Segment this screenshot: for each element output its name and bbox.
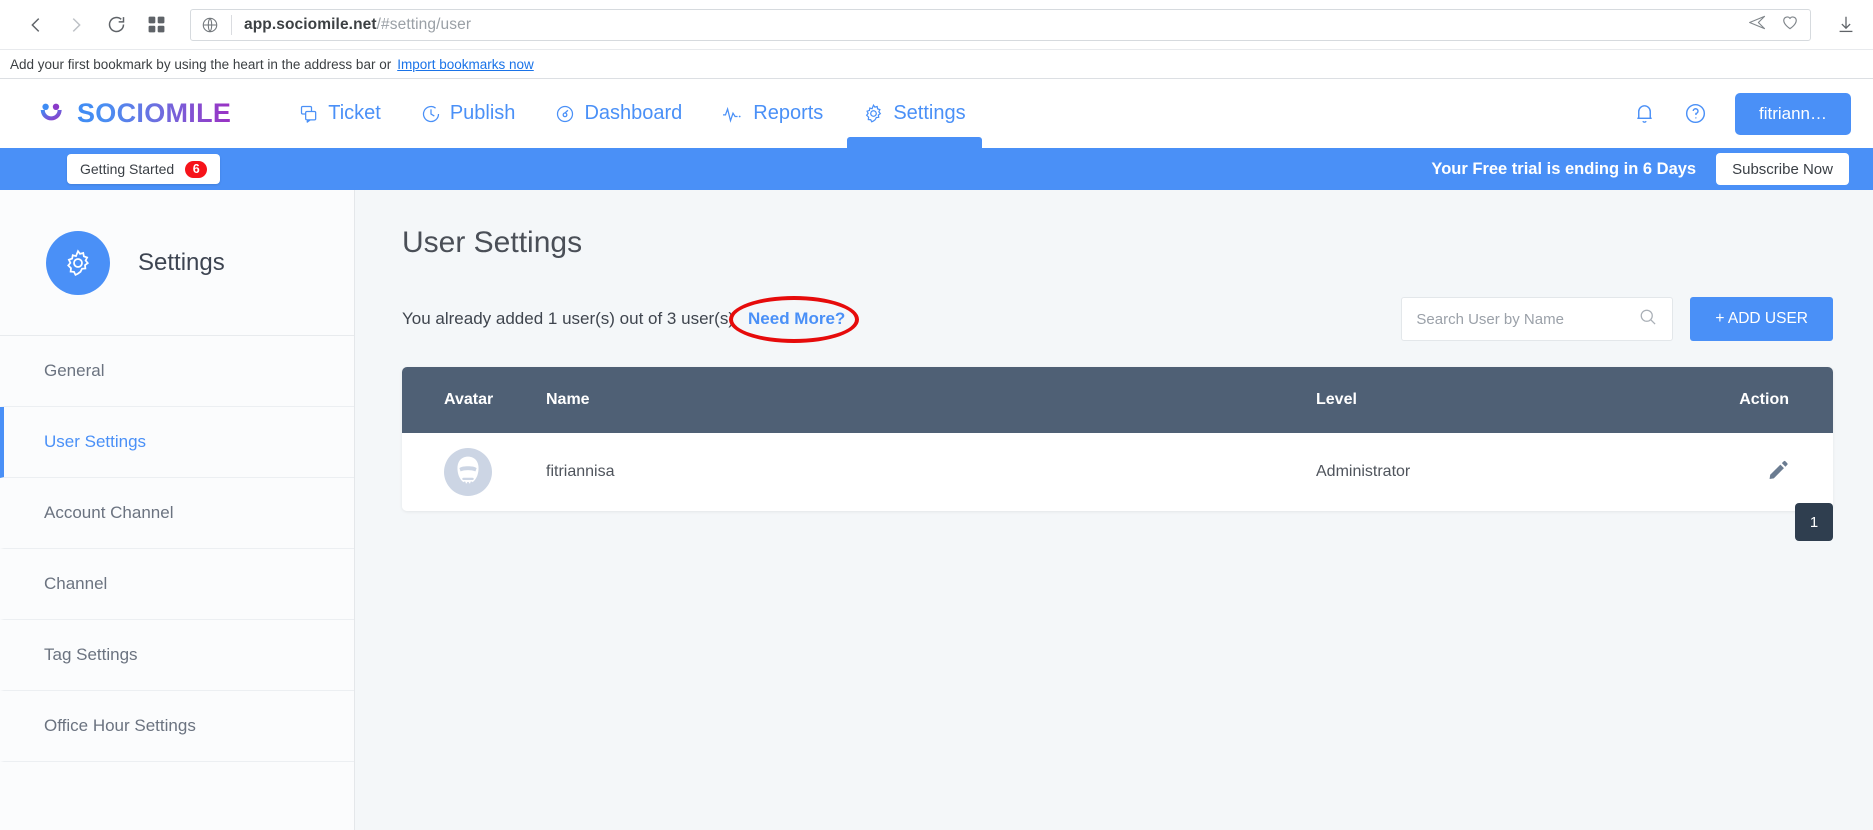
nav-label-publish: Publish (449, 102, 516, 124)
quota-and-actions-row: You already added 1 user(s) out of 3 use… (402, 296, 1833, 343)
main-content: User Settings You already added 1 user(s… (355, 190, 1873, 830)
forward-button[interactable] (56, 5, 96, 45)
sidebar-label-tag-settings: Tag Settings (44, 645, 138, 664)
bell-icon (1637, 105, 1652, 123)
sidebar-gear-badge (46, 230, 110, 295)
sidebar-label-channel: Channel (44, 574, 108, 593)
getting-started-label: Getting Started (80, 161, 175, 177)
user-account-button[interactable]: fitriann… (1735, 92, 1851, 135)
page-title: User Settings (402, 226, 583, 259)
nav-item-settings[interactable]: Settings (847, 79, 982, 159)
avatar (444, 448, 492, 496)
sidebar-item-general[interactable]: General (0, 336, 354, 407)
logo-text: SOCIOMILE (77, 98, 232, 128)
user-name-cell: fitriannisa (546, 463, 615, 480)
app-header: SOCIOMILE Ticket Publish Dashboard Repor… (0, 79, 1873, 159)
gear-icon (67, 248, 90, 276)
column-header-avatar: Avatar (444, 391, 494, 408)
search-user-box[interactable] (1401, 297, 1674, 341)
stormtrooper-avatar-icon (445, 449, 491, 495)
help-circle-icon (1685, 103, 1706, 124)
pagination: 1 (1795, 503, 1833, 541)
reload-icon (108, 16, 124, 33)
user-action-cell (1683, 459, 1833, 486)
download-icon (1839, 16, 1853, 32)
main-navigation: Ticket Publish Dashboard Reports Setting… (299, 79, 982, 159)
pulse-icon (723, 106, 741, 123)
search-icon[interactable] (1638, 307, 1658, 332)
add-user-button[interactable]: + ADD USER (1690, 297, 1833, 341)
sidebar-item-office-hour-settings[interactable]: Office Hour Settings (0, 691, 354, 762)
column-header-action: Action (1739, 391, 1789, 408)
gauge-icon (557, 105, 574, 122)
browser-toolbar: app.sociomile.net/#setting/user (0, 0, 1873, 50)
url-text: app.sociomile.net/#setting/user (244, 16, 1747, 34)
bookmark-message: Add your first bookmark by using the hea… (10, 56, 392, 72)
notifications-button[interactable] (1633, 102, 1656, 125)
nav-label-ticket: Ticket (328, 102, 381, 124)
sidebar-title: Settings (138, 248, 225, 276)
settings-sidebar: Settings General User Settings Account C… (0, 190, 355, 830)
chevron-right-icon (72, 17, 81, 32)
chevron-left-icon (31, 17, 40, 32)
apps-button[interactable] (136, 5, 176, 45)
nav-label-reports: Reports (753, 102, 824, 124)
sidebar-item-channel[interactable]: Channel (0, 549, 354, 620)
nav-label-settings: Settings (893, 102, 966, 124)
bookmark-bar: Add your first bookmark by using the hea… (0, 50, 1873, 79)
edit-user-button[interactable] (1767, 459, 1789, 481)
user-quota-text: You already added 1 user(s) out of 3 use… (402, 309, 735, 328)
column-header-name: Name (546, 391, 590, 408)
grid-apps-icon (148, 16, 164, 33)
user-avatar-cell (402, 448, 546, 496)
ticket-chat-icon (301, 105, 317, 123)
pencil-edit-icon (1769, 460, 1788, 479)
address-divider (231, 14, 232, 35)
back-button[interactable] (16, 5, 56, 45)
page-number-1[interactable]: 1 (1795, 503, 1833, 541)
address-bar[interactable]: app.sociomile.net/#setting/user (190, 8, 1811, 41)
search-input[interactable] (1416, 310, 1639, 328)
sidebar-label-user-settings: User Settings (44, 432, 147, 451)
url-path: /#setting/user (376, 15, 472, 33)
gear-icon (866, 103, 882, 123)
sidebar-label-general: General (44, 361, 105, 380)
sidebar-label-office-hour-settings: Office Hour Settings (44, 716, 196, 735)
need-more-label: Need More? (748, 309, 846, 328)
sidebar-item-user-settings[interactable]: User Settings (0, 407, 354, 478)
table-header-row: Avatar Name Level Action (402, 367, 1833, 433)
import-bookmarks-link[interactable]: Import bookmarks now (397, 57, 534, 72)
nav-item-ticket[interactable]: Ticket (299, 79, 381, 148)
download-button[interactable] (1829, 14, 1857, 36)
subscribe-now-button[interactable]: Subscribe Now (1716, 153, 1849, 185)
getting-started-button[interactable]: Getting Started 6 (67, 154, 221, 184)
nav-item-dashboard[interactable]: Dashboard (555, 79, 682, 148)
help-button[interactable] (1684, 102, 1707, 125)
reload-button[interactable] (96, 5, 136, 45)
user-level-cell: Administrator (1316, 463, 1411, 480)
sidebar-header: Settings (0, 190, 354, 336)
getting-started-badge: 6 (185, 160, 208, 178)
heart-icon[interactable] (1780, 12, 1800, 37)
trial-banner: Getting Started 6 Your Free trial is end… (0, 148, 1873, 190)
nav-item-publish[interactable]: Publish (421, 79, 516, 148)
trial-message: Your Free trial is ending in 6 Days (1431, 159, 1697, 178)
table-row[interactable]: fitriannisa Administrator (402, 433, 1833, 511)
need-more-link[interactable]: Need More? (729, 296, 860, 343)
users-table: Avatar Name Level Action fitriannisa Adm… (402, 367, 1833, 511)
url-domain: app.sociomile.net (244, 15, 377, 33)
page-body: Settings General User Settings Account C… (0, 190, 1873, 830)
globe-icon (201, 16, 219, 34)
nav-label-dashboard: Dashboard (584, 102, 683, 124)
sidebar-label-account-channel: Account Channel (44, 503, 174, 522)
send-arrow-icon[interactable] (1747, 12, 1768, 38)
column-header-level: Level (1316, 391, 1357, 408)
sidebar-item-account-channel[interactable]: Account Channel (0, 478, 354, 549)
smiley-logo-icon (40, 103, 62, 120)
clock-icon (422, 105, 439, 122)
sociomile-logo[interactable]: SOCIOMILE (36, 98, 231, 130)
nav-item-reports[interactable]: Reports (722, 79, 823, 148)
sidebar-item-tag-settings[interactable]: Tag Settings (0, 620, 354, 691)
